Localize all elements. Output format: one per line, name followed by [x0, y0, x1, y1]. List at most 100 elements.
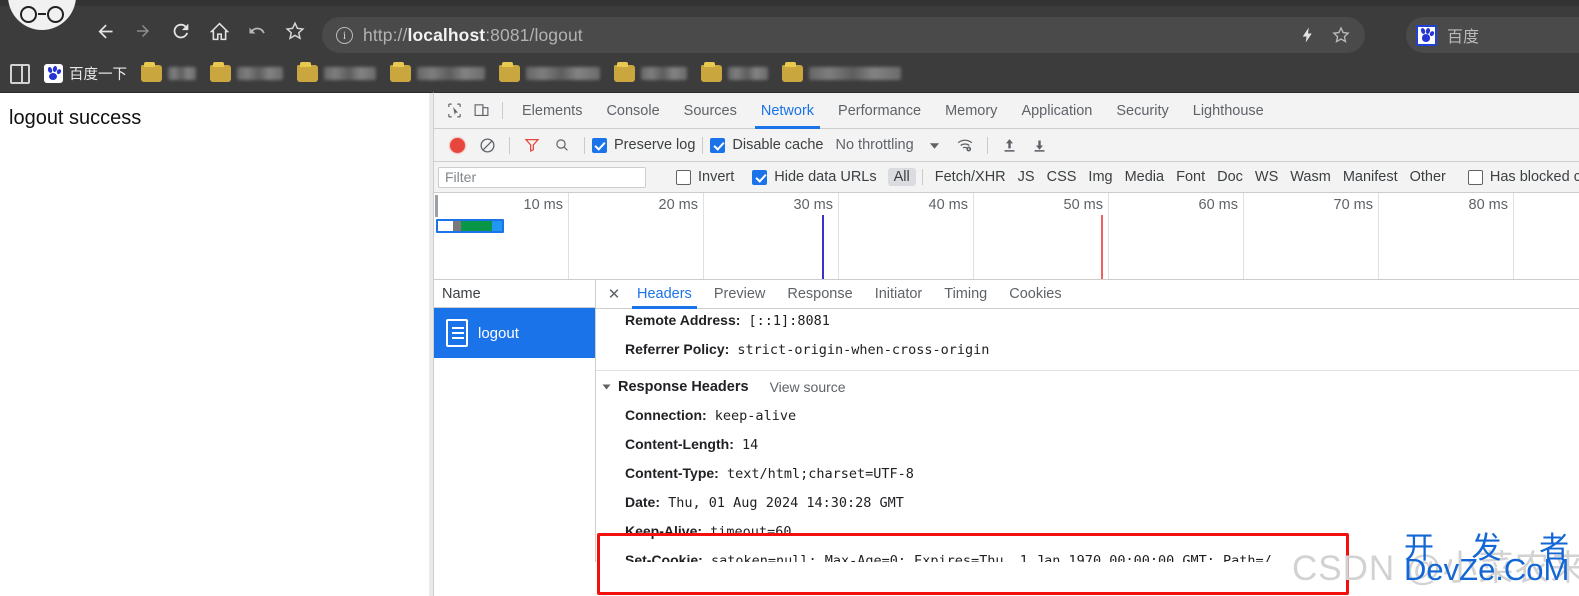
tick-label: 20 ms — [658, 197, 699, 213]
tab-label: Sources — [683, 102, 737, 119]
bookmark-folder[interactable] — [614, 61, 687, 82]
tab-elements[interactable]: Elements — [510, 93, 594, 129]
record-button[interactable] — [442, 130, 472, 160]
request-list-header[interactable]: Name — [434, 280, 595, 308]
device-toolbar-icon[interactable] — [468, 97, 495, 124]
clear-button[interactable] — [472, 130, 502, 160]
section-label: Response Headers — [618, 379, 749, 395]
export-har-button[interactable] — [1025, 130, 1055, 160]
home-button[interactable] — [204, 16, 234, 46]
detail-tab-cookies[interactable]: Cookies — [998, 280, 1072, 309]
folder-icon — [782, 61, 803, 82]
throttling-caret-button[interactable] — [920, 130, 950, 160]
detail-tab-timing[interactable]: Timing — [933, 280, 998, 309]
invert-checkbox[interactable]: Invert — [676, 169, 734, 185]
timeline-request-bar[interactable] — [436, 219, 504, 233]
filter-type-doc[interactable]: Doc — [1211, 168, 1249, 186]
filter-type-fetchxhr[interactable]: Fetch/XHR — [929, 168, 1012, 186]
side-panel-icon[interactable] — [10, 63, 30, 84]
detail-tab-preview[interactable]: Preview — [703, 280, 777, 309]
filter-type-js[interactable]: JS — [1012, 168, 1041, 186]
tab-performance[interactable]: Performance — [826, 93, 933, 129]
undo-icon — [249, 27, 265, 34]
screenshot-root: i http://localhost:8081/logout 百度 百度一下 l… — [0, 0, 1579, 596]
lightning-icon[interactable] — [1299, 26, 1317, 44]
tab-network[interactable]: Network — [749, 93, 826, 129]
home-icon — [209, 22, 229, 40]
view-source-button[interactable]: View source — [770, 379, 846, 395]
tab-memory[interactable]: Memory — [933, 93, 1009, 129]
tab-application[interactable]: Application — [1009, 93, 1104, 129]
folder-icon — [210, 61, 231, 82]
bookmark-folder[interactable] — [390, 61, 485, 82]
filter-type-img[interactable]: Img — [1082, 168, 1118, 186]
hide-data-urls-checkbox[interactable]: Hide data URLs — [752, 169, 877, 185]
bookmark-folder[interactable] — [297, 61, 376, 82]
reload-button[interactable] — [166, 16, 196, 46]
network-body: Name logout ✕ Headers Preview Response I… — [434, 280, 1579, 562]
bookmark-folder[interactable] — [210, 61, 283, 82]
bookmark-folder[interactable] — [499, 61, 600, 82]
filter-type-ws[interactable]: WS — [1249, 168, 1284, 186]
has-blocked-cookies-checkbox[interactable]: Has blocked cooki — [1467, 169, 1579, 185]
upload-arrow-icon — [1004, 138, 1015, 152]
search-box[interactable]: 百度 — [1406, 17, 1579, 53]
bookmark-folder[interactable] — [141, 61, 196, 82]
tab-lighthouse[interactable]: Lighthouse — [1181, 93, 1276, 129]
tab-console[interactable]: Console — [594, 93, 671, 129]
detail-tab-initiator[interactable]: Initiator — [864, 280, 934, 309]
page-viewport: logout success — [0, 92, 433, 596]
tick-label: 80 ms — [1468, 197, 1509, 213]
star-outline-icon[interactable] — [1331, 25, 1351, 45]
header-value: satoken=null; Max-Age=0; Expires=Thu, 1 … — [710, 553, 1272, 562]
search-input[interactable]: Filter — [438, 166, 646, 188]
history-back-button[interactable] — [242, 16, 272, 46]
tab-label: Security — [1116, 102, 1169, 119]
filter-type-wasm[interactable]: Wasm — [1284, 168, 1337, 186]
filter-toggle-button[interactable] — [517, 130, 547, 160]
preserve-log-checkbox[interactable]: Preserve log — [592, 137, 695, 153]
detail-tab-headers[interactable]: Headers — [626, 280, 703, 309]
filter-type-font[interactable]: Font — [1170, 168, 1211, 186]
back-button[interactable] — [90, 16, 120, 46]
inspect-cursor-icon[interactable] — [441, 97, 468, 124]
filter-type-media[interactable]: Media — [1119, 168, 1171, 186]
detail-tab-response[interactable]: Response — [776, 280, 863, 309]
network-conditions-button[interactable] — [950, 130, 980, 160]
forward-button[interactable] — [128, 16, 158, 46]
close-icon[interactable]: ✕ — [602, 282, 626, 306]
column-header-name: Name — [442, 285, 481, 302]
filter-type-css[interactable]: CSS — [1041, 168, 1083, 186]
throttling-select[interactable]: No throttling — [835, 137, 913, 153]
network-toolbar: Preserve log Disable cache No throttling — [434, 129, 1579, 162]
import-har-button[interactable] — [995, 130, 1025, 160]
table-row[interactable]: logout — [434, 308, 595, 358]
disable-cache-checkbox[interactable]: Disable cache — [710, 137, 823, 153]
address-bar[interactable]: i http://localhost:8081/logout — [322, 17, 1365, 53]
response-headers-section-title[interactable]: Response Headers View source — [596, 371, 1579, 401]
brand-watermark-en: DevZe.CoM — [1404, 552, 1570, 587]
timeline-start-marker — [435, 195, 438, 217]
bookmark-folder[interactable] — [782, 61, 901, 82]
search-button[interactable] — [547, 130, 577, 160]
header-row: Remote Address: [::1]:8081 — [596, 309, 1579, 335]
tab-label: Response — [787, 286, 853, 302]
record-circle-icon — [449, 137, 465, 153]
tab-label: Cookies — [1009, 286, 1062, 302]
tab-sources[interactable]: Sources — [672, 93, 749, 129]
filter-type-all[interactable]: All — [887, 168, 916, 186]
site-info-icon[interactable]: i — [336, 26, 353, 44]
url-host: localhost — [407, 24, 486, 45]
filter-type-manifest[interactable]: Manifest — [1337, 168, 1404, 186]
address-bar-url: http://localhost:8081/logout — [363, 25, 583, 46]
filter-type-other[interactable]: Other — [1404, 168, 1452, 186]
network-overview-timeline[interactable]: 10 ms 20 ms 30 ms 40 ms 50 ms 60 ms 70 m… — [434, 193, 1579, 280]
tab-security[interactable]: Security — [1104, 93, 1180, 129]
bookmark-star-button[interactable] — [280, 16, 310, 46]
folder-icon — [390, 61, 411, 82]
bookmark-folder[interactable] — [701, 61, 768, 82]
header-key: Content-Type: — [625, 465, 719, 481]
bookmark-item-baidu[interactable]: 百度一下 — [44, 63, 127, 84]
tab-label: Memory — [945, 102, 998, 119]
domcontentloaded-line — [822, 215, 824, 279]
